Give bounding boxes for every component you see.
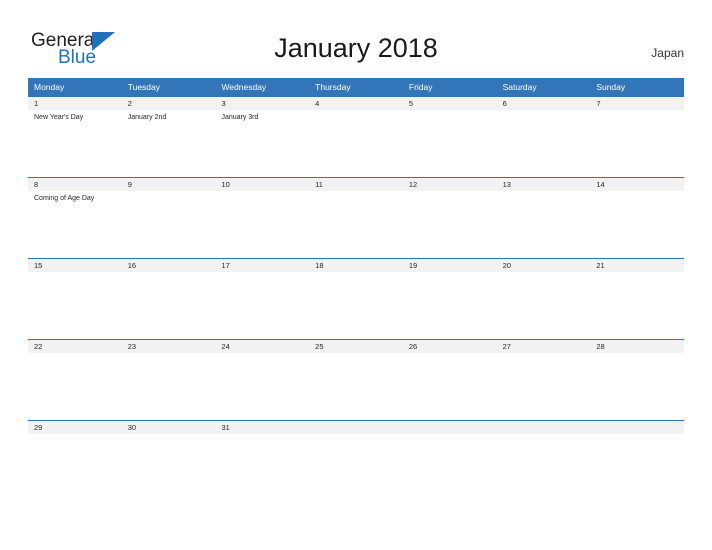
day-number[interactable]: 31	[215, 421, 309, 434]
weekday-saturday: Saturday	[502, 82, 537, 92]
weekday-thursday: Thursday	[315, 82, 351, 92]
week-event-band: Coming of Age Day	[28, 191, 684, 258]
day-event	[403, 353, 497, 420]
day-event	[309, 272, 403, 339]
weekday-wednesday: Wednesday	[221, 82, 267, 92]
day-number[interactable]: 20	[497, 259, 591, 272]
day-event	[28, 434, 122, 501]
day-event	[497, 272, 591, 339]
day-number[interactable]: 1	[28, 97, 122, 110]
day-event	[122, 434, 216, 501]
week-row: 22 23 24 25 26 27 28	[28, 339, 684, 420]
day-number[interactable]: 19	[403, 259, 497, 272]
weekday-monday: Monday	[34, 82, 65, 92]
week-event-band	[28, 272, 684, 339]
day-event	[309, 353, 403, 420]
page-title: January 2018	[274, 33, 438, 63]
day-number[interactable]: 6	[497, 97, 591, 110]
calendar-page: General Blue January 2018 Japan Monday T…	[0, 0, 712, 550]
day-event	[590, 191, 684, 258]
week-row: 1 2 3 4 5 6 7 New Year's Day January 2nd…	[28, 96, 684, 177]
day-number[interactable]: 29	[28, 421, 122, 434]
day-event: Coming of Age Day	[34, 195, 95, 202]
week-event-band	[28, 353, 684, 420]
day-number[interactable]: 18	[309, 259, 403, 272]
day-number[interactable]: 26	[403, 340, 497, 353]
week-date-band: 1 2 3 4 5 6 7	[28, 97, 684, 110]
day-number[interactable]: 25	[309, 340, 403, 353]
day-event	[215, 434, 309, 501]
day-event	[403, 434, 497, 501]
day-event	[403, 272, 497, 339]
day-event	[215, 353, 309, 420]
day-event	[309, 434, 403, 501]
day-event	[309, 191, 403, 258]
day-number[interactable]: 22	[28, 340, 122, 353]
day-number[interactable]: 10	[215, 178, 309, 191]
day-event	[497, 353, 591, 420]
week-date-band: 15 16 17 18 19 20 21	[28, 259, 684, 272]
day-event: January 2nd	[127, 114, 167, 121]
week-date-band: 22 23 24 25 26 27 28	[28, 340, 684, 353]
day-number[interactable]: 15	[28, 259, 122, 272]
calendar-grid: Monday Tuesday Wednesday Thursday Friday…	[28, 78, 684, 501]
week-row: 29 30 31	[28, 420, 684, 501]
weekday-tuesday: Tuesday	[127, 82, 161, 92]
day-event	[309, 110, 403, 177]
day-number[interactable]: 12	[403, 178, 497, 191]
weekday-header-row: Monday Tuesday Wednesday Thursday Friday…	[28, 78, 684, 96]
day-event: January 3rd	[221, 114, 259, 121]
day-number[interactable]: 9	[122, 178, 216, 191]
day-number[interactable]: 17	[215, 259, 309, 272]
day-number[interactable]: 27	[497, 340, 591, 353]
day-event	[590, 353, 684, 420]
week-event-band	[28, 434, 684, 501]
day-number[interactable]: 24	[215, 340, 309, 353]
week-date-band: 8 9 10 11 12 13 14	[28, 178, 684, 191]
week-event-band: New Year's Day January 2nd January 3rd	[28, 110, 684, 177]
weekday-sunday: Sunday	[596, 82, 626, 92]
day-event	[122, 272, 216, 339]
day-number[interactable]: 14	[590, 178, 684, 191]
day-number[interactable]: 8	[28, 178, 122, 191]
day-event	[497, 191, 591, 258]
day-event	[28, 272, 122, 339]
day-number[interactable]: 11	[309, 178, 403, 191]
day-number[interactable]: 3	[215, 97, 309, 110]
day-event	[403, 191, 497, 258]
day-event	[497, 434, 591, 501]
day-number[interactable]: 5	[403, 97, 497, 110]
day-event	[590, 272, 684, 339]
day-event	[590, 110, 684, 177]
weekday-friday: Friday	[408, 82, 433, 92]
day-event	[403, 110, 497, 177]
day-event	[28, 353, 122, 420]
day-event: New Year's Day	[34, 114, 84, 121]
day-event	[122, 191, 216, 258]
week-date-band: 29 30 31	[28, 421, 684, 434]
day-event	[497, 110, 591, 177]
day-number[interactable]: 2	[122, 97, 216, 110]
country-label: Japan	[651, 46, 684, 60]
day-number-empty	[309, 421, 403, 434]
day-number[interactable]: 23	[122, 340, 216, 353]
day-number[interactable]: 13	[497, 178, 591, 191]
day-number-empty	[403, 421, 497, 434]
day-number[interactable]: 7	[590, 97, 684, 110]
day-number[interactable]: 4	[309, 97, 403, 110]
day-event	[215, 191, 309, 258]
day-event	[590, 434, 684, 501]
day-number[interactable]: 16	[122, 259, 216, 272]
day-event	[122, 353, 216, 420]
day-number[interactable]: 21	[590, 259, 684, 272]
day-number[interactable]: 28	[590, 340, 684, 353]
day-number-empty	[497, 421, 591, 434]
day-event	[215, 272, 309, 339]
day-number-empty	[590, 421, 684, 434]
page-header: General Blue January 2018 Japan	[0, 0, 712, 78]
week-row: 8 9 10 11 12 13 14 Coming of Age Day	[28, 177, 684, 258]
day-number[interactable]: 30	[122, 421, 216, 434]
week-row: 15 16 17 18 19 20 21	[28, 258, 684, 339]
